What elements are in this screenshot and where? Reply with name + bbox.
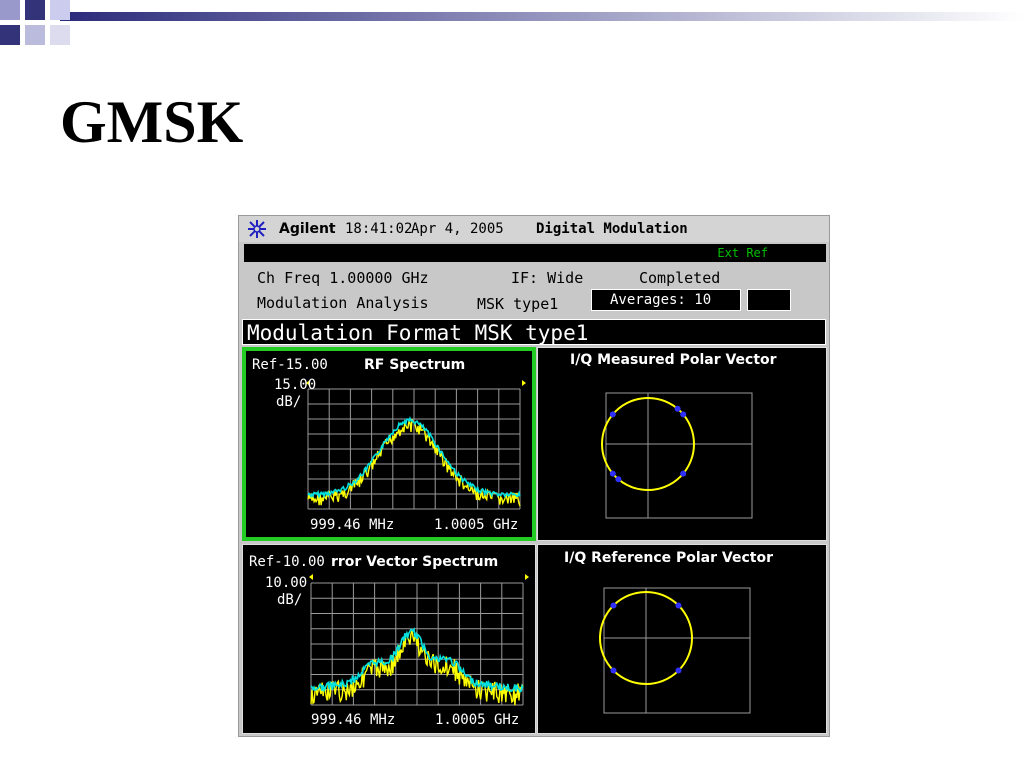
symbol-point — [615, 476, 622, 483]
slide-title: GMSK — [60, 89, 244, 155]
ext-ref-label: Ext Ref — [717, 246, 768, 260]
iq-reference-title: I/Q Reference Polar Vector — [564, 550, 773, 566]
rf-stop-freq: 1.0005 GHz — [434, 517, 519, 533]
sun-icon — [248, 220, 266, 238]
rf-start-freq: 999.46 MHz — [310, 517, 395, 533]
symbol-point — [680, 411, 687, 418]
ref-marker — [309, 574, 313, 580]
mode-label: Digital Modulation — [536, 221, 688, 237]
symbol-point — [609, 470, 616, 477]
evs-panel-title: rror Vector Spectrum — [331, 554, 499, 570]
symbol-point — [680, 470, 687, 477]
averages-aux-box — [747, 289, 791, 311]
time-label: 18:41:02 — [345, 221, 413, 237]
iq-measured-title: I/Q Measured Polar Vector — [570, 352, 777, 368]
evs-ref-level: Ref-10.00 — [249, 554, 325, 570]
rf-spectrum-panel: Ref-15.00 RF Spectrum 15.00 dB/ 999.46 M… — [242, 347, 536, 541]
symbol-point — [610, 667, 617, 674]
averages-box: Averages: 10 — [591, 289, 741, 311]
error-vector-plot — [309, 574, 529, 706]
measurement-info: Ch Freq 1.00000 GHz IF: Wide Completed M… — [239, 264, 829, 318]
format-label: MSK type1 — [477, 295, 559, 313]
error-vector-panel: Ref-10.00 rror Vector Spectrum 10.00 dB/… — [242, 544, 536, 734]
date-label: Apr 4, 2005 — [411, 221, 504, 237]
format-banner: Modulation Format MSK type1 — [242, 319, 826, 345]
channel-frequency: Ch Freq 1.00000 GHz — [257, 269, 429, 287]
symbol-point — [674, 405, 681, 412]
rf-ref-level: Ref-15.00 — [252, 357, 328, 373]
symbol-point — [610, 602, 617, 609]
brand-label: Agilent — [279, 221, 336, 237]
iq-measured-plot — [601, 392, 753, 519]
polar-frame — [605, 392, 753, 519]
ref-marker — [522, 380, 526, 386]
evs-scale: 10.00 — [265, 575, 308, 591]
if-setting: IF: Wide — [511, 269, 584, 287]
analyzer-screenshot: Agilent 18:41:02 Apr 4, 2005 Digital Mod… — [238, 215, 830, 737]
iq-measured-panel: I/Q Measured Polar Vector — [537, 347, 827, 541]
averages-label: Averages: 10 — [610, 292, 712, 308]
slide-decoration — [0, 0, 1024, 45]
rf-scale-unit: dB/ — [276, 394, 302, 410]
instrument-header: Agilent 18:41:02 Apr 4, 2005 Digital Mod… — [239, 216, 829, 242]
ext-ref-bar: Ext Ref — [244, 244, 826, 262]
analysis-label: Modulation Analysis — [257, 294, 429, 312]
evs-start-freq: 999.46 MHz — [311, 712, 396, 728]
symbol-point — [675, 667, 682, 674]
rf-panel-title: RF Spectrum — [364, 357, 466, 373]
evs-stop-freq: 1.0005 GHz — [435, 712, 520, 728]
symbol-point — [675, 602, 682, 609]
ref-marker — [525, 574, 529, 580]
evs-scale-unit: dB/ — [277, 592, 303, 608]
iq-reference-panel: I/Q Reference Polar Vector — [537, 544, 827, 734]
measurement-status: Completed — [639, 269, 721, 287]
rf-scale: 15.00 — [274, 377, 317, 393]
iq-reference-plot — [599, 587, 751, 714]
symbol-point — [609, 411, 616, 418]
format-banner-label: Modulation Format MSK type1 — [247, 321, 589, 345]
